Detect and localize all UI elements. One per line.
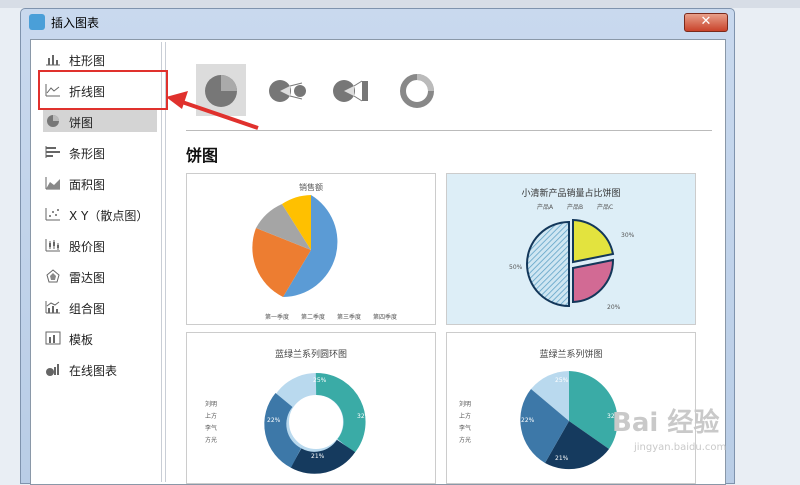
watermark: Bai 经验 xyxy=(612,408,720,438)
watermark-url: jingyan.baidu.com xyxy=(634,442,727,453)
